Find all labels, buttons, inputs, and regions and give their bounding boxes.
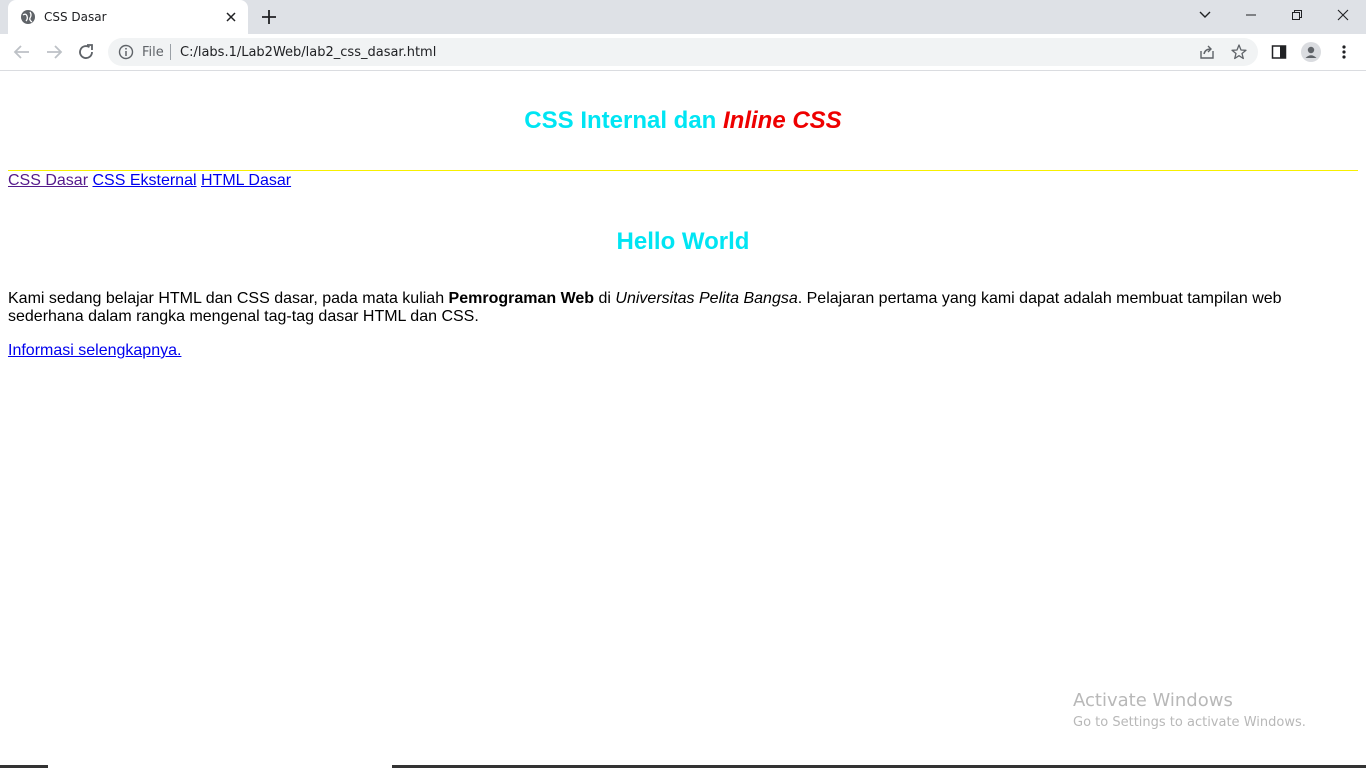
watermark-title: Activate Windows (1073, 690, 1233, 711)
menu-button[interactable] (1334, 42, 1354, 62)
back-button[interactable] (11, 41, 33, 63)
side-panel-button[interactable] (1269, 42, 1289, 62)
watermark-subtitle: Go to Settings to activate Windows. (1073, 715, 1306, 730)
tab-search-button[interactable] (1182, 0, 1228, 30)
heading-inline-css: Inline CSS (723, 107, 842, 134)
paragraph-bold: Pemrograman Web (448, 290, 595, 307)
scheme-label: File (142, 45, 164, 60)
browser-toolbar: File C:/labs.1/Lab2Web/lab2_css_dasar.ht… (0, 34, 1366, 71)
more-info-link[interactable]: Informasi selengkapnya. (8, 342, 181, 359)
paragraph-text-1: Kami sedang belajar HTML dan CSS dasar, … (8, 290, 449, 307)
page-content: CSS Internal dan Inline CSS CSS Dasar CS… (0, 71, 1366, 768)
close-icon (1337, 9, 1349, 21)
paragraph-text-2: di (594, 290, 616, 307)
page-nav: CSS Dasar CSS Eksternal HTML Dasar (8, 172, 291, 190)
bookmark-star-icon[interactable] (1230, 43, 1248, 61)
nav-link-css-eksternal[interactable]: CSS Eksternal (92, 172, 196, 189)
nav-link-css-dasar[interactable]: CSS Dasar (8, 172, 88, 189)
minimize-button[interactable] (1228, 0, 1274, 30)
nav-link-html-dasar[interactable]: HTML Dasar (201, 172, 291, 189)
url-text[interactable]: C:/labs.1/Lab2Web/lab2_css_dasar.html (180, 45, 436, 60)
hello-heading: Hello World (616, 228, 750, 255)
tab-title: CSS Dasar (44, 10, 107, 24)
reload-button[interactable] (75, 41, 97, 63)
intro-paragraph: Kami sedang belajar HTML dan CSS dasar, … (8, 290, 1308, 326)
page-heading: CSS Internal dan Inline CSS (0, 107, 1366, 135)
new-tab-icon[interactable] (259, 7, 279, 27)
close-tab-icon[interactable] (222, 8, 240, 26)
restore-button[interactable] (1274, 0, 1320, 30)
reload-icon (79, 44, 93, 59)
horizontal-rule (8, 170, 1358, 171)
heading-part-1: CSS Internal dan (524, 107, 723, 134)
omnibox-separator (170, 44, 171, 60)
browser-tab[interactable]: CSS Dasar (8, 0, 248, 34)
activate-windows-watermark: Activate Windows Go to Settings to activ… (1073, 690, 1306, 730)
kebab-menu-icon (1342, 45, 1346, 59)
profile-button[interactable] (1301, 42, 1321, 62)
profile-avatar-icon (1301, 42, 1321, 62)
more-info: Informasi selengkapnya. (8, 342, 181, 360)
forward-arrow-icon (47, 45, 63, 59)
info-icon[interactable] (118, 44, 134, 60)
side-panel-icon (1271, 45, 1287, 59)
chevron-down-icon (1199, 11, 1211, 18)
back-arrow-icon (13, 45, 29, 59)
restore-icon (1292, 10, 1302, 20)
forward-button[interactable] (43, 41, 65, 63)
address-bar[interactable]: File C:/labs.1/Lab2Web/lab2_css_dasar.ht… (108, 38, 1258, 66)
tab-strip: CSS Dasar (0, 0, 1366, 34)
paragraph-italic: Universitas Pelita Bangsa (615, 290, 798, 307)
minimize-icon (1246, 14, 1256, 16)
share-icon[interactable] (1198, 43, 1216, 61)
globe-icon (21, 10, 35, 24)
close-window-button[interactable] (1320, 0, 1366, 30)
